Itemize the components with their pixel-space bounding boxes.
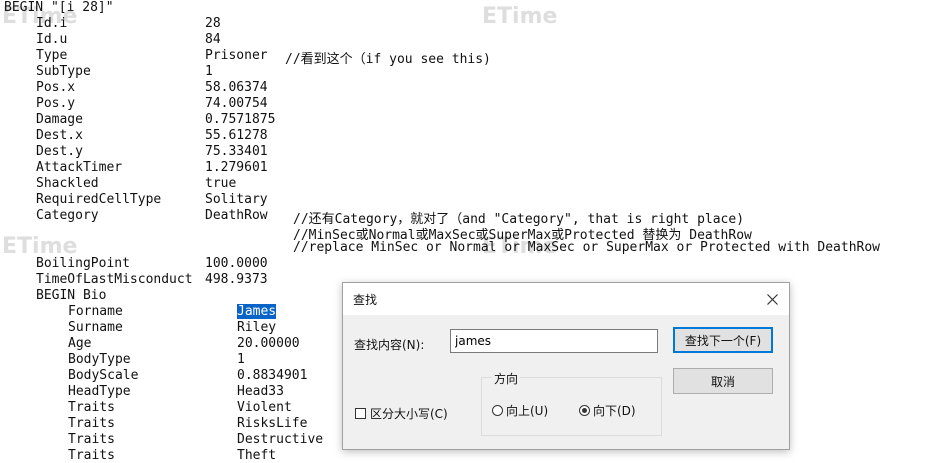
bio-value: Head33 (237, 384, 284, 399)
row-value: 0.7571875 (205, 112, 276, 127)
row-value: true (205, 176, 237, 191)
bio-value: 1 (237, 352, 245, 367)
cancel-button[interactable]: 取消 (673, 368, 773, 394)
row-key: Shackled (36, 176, 99, 191)
row-value: Solitary (205, 192, 268, 207)
bio-value: 20.00000 (237, 336, 300, 351)
watermark-top-center: ETime (482, 4, 558, 29)
row-key: Pos.x (36, 80, 76, 95)
dialog-titlebar[interactable]: 查找 (343, 283, 789, 315)
row-value: 84 (205, 32, 221, 47)
row-value: 28 (205, 16, 221, 31)
bio-key: Traits (68, 416, 115, 431)
bio-value: Violent (237, 400, 292, 415)
find-what-label: 查找内容(N): (354, 338, 425, 352)
row-value: Prisoner (205, 48, 268, 63)
match-case-checkbox[interactable]: 区分大小写(C) (355, 405, 448, 422)
bio-key: Age (68, 336, 92, 351)
row-value: DeathRow (205, 208, 268, 223)
row-value: 74.00754 (205, 96, 268, 111)
row-key: Dest.y (36, 144, 83, 159)
bio-value: 0.8834901 (237, 368, 308, 383)
begin-bio-line: BEGIN Bio (36, 288, 107, 303)
row-key: SubType (36, 64, 91, 79)
bio-value: Destructive (237, 432, 324, 447)
row-value: 55.61278 (205, 128, 268, 143)
close-icon (766, 293, 778, 305)
close-button[interactable] (761, 288, 783, 310)
bio-value: Riley (237, 320, 277, 335)
direction-group: 方向 向上(U) 向下(D) (481, 370, 662, 436)
row-key: Damage (36, 112, 83, 127)
row-value: 498.9373 (205, 272, 268, 287)
direction-up-label: 向上(U) (506, 404, 549, 418)
selected-search-match[interactable]: James (237, 304, 277, 319)
bio-value: RisksLife (237, 416, 308, 431)
row-key: RequiredCellType (36, 192, 162, 207)
find-next-button[interactable]: 查找下一个(F) (673, 327, 773, 353)
bio-key: Traits (68, 448, 115, 463)
bio-key: BodyType (68, 352, 131, 367)
row-key: Dest.x (36, 128, 83, 143)
row-key: TimeOfLastMisconduct (36, 272, 193, 287)
row-key: Type (36, 48, 68, 63)
find-dialog: 查找 查找内容(N): 查找下一个(F) 取消 方向 向上(U) 向下(D) 区… (342, 282, 790, 450)
comment-line-3: //replace MinSec or Normal or MaxSec or … (293, 240, 880, 255)
begin-line: BEGIN "[i 28]" (4, 0, 114, 15)
direction-down-label: 向下(D) (593, 404, 636, 418)
bio-key: BodyScale (68, 368, 139, 383)
row-value: 75.33401 (205, 144, 268, 159)
row-value: 1 (205, 64, 213, 79)
bio-key: Traits (68, 432, 115, 447)
row-key: BoilingPoint (36, 256, 130, 271)
match-case-label: 区分大小写(C) (370, 407, 448, 421)
row-key: Category (36, 208, 99, 223)
bio-value: Theft (237, 448, 277, 463)
row-value: 1.279601 (205, 160, 268, 175)
direction-down-radio[interactable]: 向下(D) (579, 402, 636, 419)
bio-key: Traits (68, 400, 115, 415)
row-key: AttackTimer (36, 160, 123, 175)
row-key: Id.u (36, 32, 68, 47)
dialog-body: 查找内容(N): 查找下一个(F) 取消 方向 向上(U) 向下(D) 区分大小… (343, 315, 789, 449)
row-key: Pos.y (36, 96, 76, 111)
dialog-title: 查找 (353, 293, 378, 307)
direction-up-radio[interactable]: 向上(U) (492, 402, 548, 419)
row-key: Id.i (36, 16, 68, 31)
checkbox-unchecked-icon (355, 408, 366, 419)
radio-checked-icon (579, 405, 590, 416)
direction-label: 方向 (492, 370, 521, 387)
bio-key: HeadType (68, 384, 131, 399)
bio-key: Surname (68, 320, 123, 335)
row-comment: //看到这个（if you see this) (285, 52, 491, 67)
row-value: 58.06374 (205, 80, 268, 95)
row-value: 100.0000 (205, 256, 268, 271)
bio-key: Forname (68, 304, 123, 319)
find-what-input[interactable] (450, 329, 658, 353)
radio-unchecked-icon (492, 405, 503, 416)
